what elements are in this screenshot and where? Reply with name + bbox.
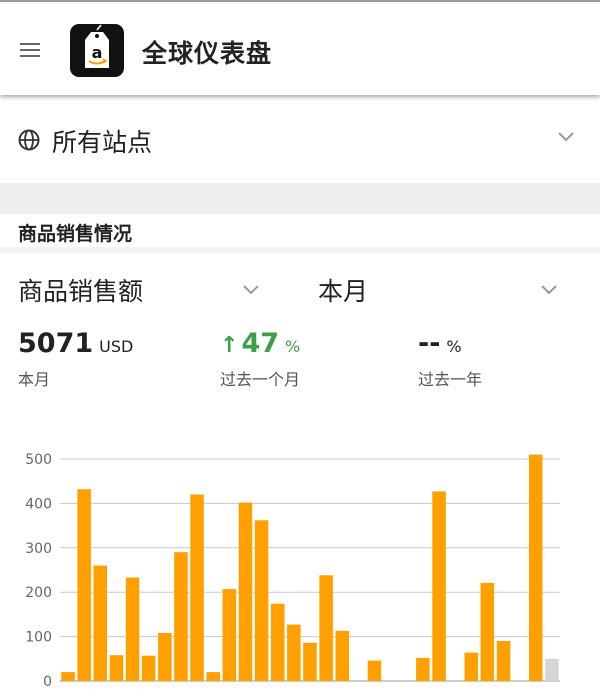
- svg-text:a: a: [92, 43, 103, 62]
- chart-bar: [222, 589, 237, 681]
- page-title: 全球仪表盘: [142, 39, 273, 68]
- metric-dropdown[interactable]: 商品销售额: [18, 266, 266, 312]
- globe-icon: [18, 129, 40, 151]
- chart-bar: [480, 582, 495, 681]
- stat-label: 本月: [18, 370, 51, 389]
- chart-bar: [158, 633, 172, 681]
- chart-bar: [109, 655, 124, 681]
- chevron-down-icon: [558, 132, 574, 142]
- y-tick-label: 500: [25, 452, 52, 468]
- divider: [0, 183, 600, 214]
- stat-current-total: 5071 USD 本月: [18, 328, 134, 389]
- y-tick-label: 100: [25, 630, 52, 646]
- chevron-down-icon: [243, 285, 259, 295]
- app-header: a 全球仪表盘: [0, 0, 600, 95]
- chart-bar: [287, 624, 301, 681]
- chart-bar: [93, 565, 107, 681]
- chart-bar: [545, 658, 559, 681]
- chart-bar: [416, 657, 430, 681]
- chart-bar: [125, 577, 140, 681]
- chart-bar: [319, 575, 333, 681]
- site-selector[interactable]: 所有站点: [0, 95, 600, 183]
- metric-dropdown-label: 商品销售额: [18, 277, 144, 306]
- chart-bar: [190, 494, 204, 681]
- stat-label: 过去一年: [418, 370, 483, 389]
- stat-unit: %: [285, 337, 301, 356]
- chart-bar: [496, 641, 511, 681]
- period-dropdown[interactable]: 本月: [318, 266, 568, 312]
- chart-bar: [303, 642, 317, 681]
- chart-bar: [271, 603, 285, 681]
- chart-bar: [464, 652, 478, 681]
- chart-bar: [335, 630, 349, 681]
- chart-bar: [141, 655, 156, 681]
- stat-unit: USD: [99, 337, 134, 356]
- chart-bar: [206, 672, 220, 681]
- chart-bar: [174, 552, 188, 681]
- stat-unit: %: [446, 337, 462, 356]
- y-tick-label: 0: [43, 674, 52, 689]
- y-tick-label: 400: [25, 496, 52, 512]
- chart-bar: [61, 672, 75, 681]
- stat-value: 47: [241, 328, 280, 359]
- stat-vs-last-month: ↑ 47% 过去一个月: [220, 328, 301, 389]
- stat-value: 5071: [18, 328, 94, 359]
- section-title: 商品销售情况: [18, 223, 133, 245]
- chevron-down-icon: [541, 285, 557, 295]
- arrow-up-icon: ↑: [220, 333, 239, 358]
- stat-vs-last-year: --% 过去一年: [418, 328, 482, 389]
- chart-bar: [367, 660, 382, 681]
- y-tick-label: 200: [25, 585, 52, 601]
- chart-bar: [529, 454, 543, 681]
- stat-value: --: [418, 328, 441, 359]
- chart-bar: [238, 502, 253, 681]
- chart-bar: [77, 489, 91, 681]
- amazon-seller-logo: a: [70, 24, 124, 77]
- chart-bar: [432, 491, 446, 681]
- site-selector-label: 所有站点: [52, 128, 153, 157]
- stat-label: 过去一个月: [220, 370, 301, 389]
- sales-bar-chart: 0 100 200 300 400 500: [25, 452, 560, 689]
- period-dropdown-label: 本月: [318, 277, 369, 306]
- y-tick-label: 300: [25, 541, 52, 557]
- divider: [0, 247, 600, 253]
- menu-icon[interactable]: [18, 40, 44, 60]
- chart-bar: [254, 520, 269, 681]
